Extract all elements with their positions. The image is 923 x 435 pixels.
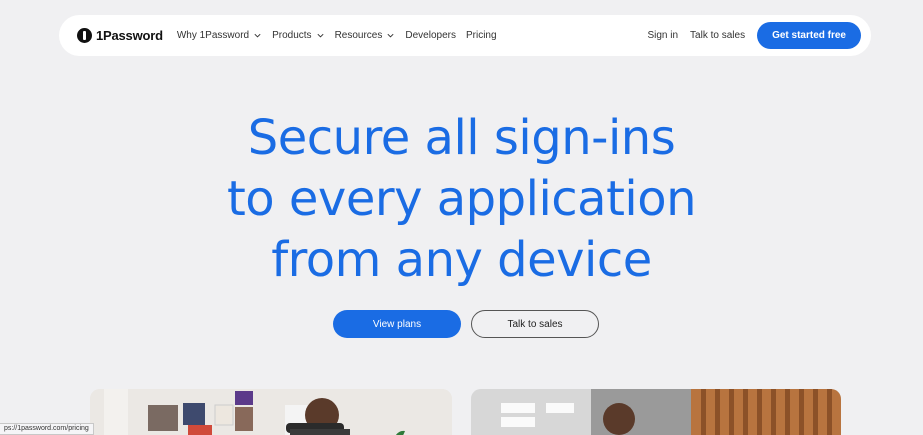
onepassword-logo-icon [77, 28, 92, 43]
talk-to-sales-link[interactable]: Talk to sales [690, 30, 745, 41]
get-started-free-button[interactable]: Get started free [757, 22, 861, 49]
hero-line-3: from any device [271, 232, 652, 288]
office-photo-right [471, 389, 841, 435]
nav-item-developers[interactable]: Developers [405, 30, 456, 41]
nav-item-pricing[interactable]: Pricing [466, 30, 497, 41]
talk-to-sales-button[interactable]: Talk to sales [471, 310, 599, 338]
hero-image-left [90, 389, 452, 435]
status-bar-url: ps://1password.com/pricing [0, 423, 94, 435]
nav-item-why-1password[interactable]: Why 1Password [177, 30, 262, 41]
nav-item-resources[interactable]: Resources [335, 30, 396, 41]
office-photo-left [90, 389, 452, 435]
sign-in-link[interactable]: Sign in [647, 30, 678, 41]
hero-headline: Secure all sign-ins to every application… [0, 108, 923, 291]
hero-line-1: Secure all sign-ins [247, 110, 676, 166]
view-plans-button[interactable]: View plans [333, 310, 461, 338]
nav-actions: Sign in Talk to sales Get started free [647, 22, 861, 49]
hero-line-2: to every application [226, 171, 697, 227]
top-nav: 1Password Why 1Password Products Resourc… [59, 15, 871, 56]
nav-item-products[interactable]: Products [272, 30, 324, 41]
chevron-down-icon [254, 33, 261, 38]
nav-item-label: Products [272, 30, 312, 41]
chevron-down-icon [317, 33, 324, 38]
hero-image-right [471, 389, 841, 435]
brand-logo[interactable]: 1Password [77, 28, 163, 43]
brand-name: 1Password [96, 28, 163, 43]
nav-item-label: Resources [334, 30, 383, 41]
chevron-down-icon [387, 33, 394, 38]
nav-links: Why 1Password Products Resources Develop… [177, 30, 497, 41]
nav-item-label: Pricing [465, 30, 497, 41]
nav-item-label: Developers [405, 30, 456, 41]
nav-item-label: Why 1Password [176, 30, 250, 41]
